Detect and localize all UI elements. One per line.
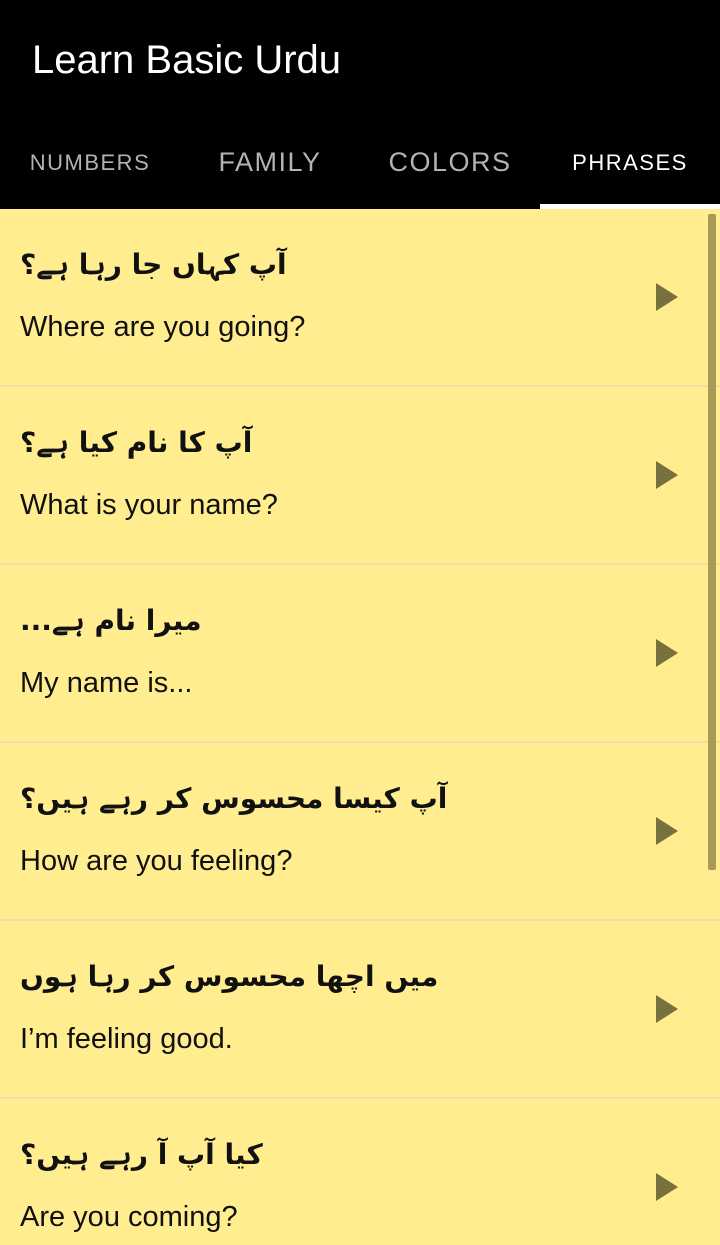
- english-translation: Where are you going?: [20, 311, 306, 343]
- list-item[interactable]: آپ کا نام کیا ہے؟ What is your name?: [0, 387, 720, 565]
- list-item[interactable]: آپ کہاں جا رہا ہے؟ Where are you going?: [0, 209, 720, 387]
- play-icon[interactable]: [656, 639, 678, 667]
- english-translation: What is your name?: [20, 489, 278, 521]
- english-translation: How are you feeling?: [20, 845, 293, 877]
- play-icon[interactable]: [656, 283, 678, 311]
- urdu-phrase: آپ کا نام کیا ہے؟: [20, 426, 253, 459]
- list-item[interactable]: میرا نام ہے... My name is...: [0, 565, 720, 743]
- tab-phrases-label: PHRASES: [572, 149, 688, 175]
- scrollbar[interactable]: [708, 214, 716, 870]
- play-icon[interactable]: [656, 817, 678, 845]
- urdu-phrase: میں اچھا محسوس کر رہا ہوں: [20, 960, 439, 993]
- tab-numbers[interactable]: NUMBERS: [0, 116, 180, 209]
- list-item[interactable]: کیا آپ آ رہے ہیں؟ Are you coming?: [0, 1099, 720, 1245]
- urdu-phrase: آپ کیسا محسوس کر رہے ہیں؟: [20, 782, 448, 815]
- tab-phrases[interactable]: PHRASES: [540, 116, 720, 209]
- urdu-phrase: کیا آپ آ رہے ہیں؟: [20, 1138, 263, 1171]
- english-translation: My name is...: [20, 667, 193, 699]
- urdu-phrase: آپ کہاں جا رہا ہے؟: [20, 248, 287, 281]
- play-icon[interactable]: [656, 461, 678, 489]
- phrase-list[interactable]: آپ کہاں جا رہا ہے؟ Where are you going? …: [0, 209, 720, 1245]
- app-bar: Learn Basic Urdu NUMBERS FAMILY COLORS P…: [0, 0, 720, 209]
- urdu-phrase: میرا نام ہے...: [20, 604, 202, 637]
- tab-family[interactable]: FAMILY: [180, 116, 360, 209]
- play-icon[interactable]: [656, 1173, 678, 1201]
- list-item[interactable]: آپ کیسا محسوس کر رہے ہیں؟ How are you fe…: [0, 743, 720, 921]
- app-screen: Learn Basic Urdu NUMBERS FAMILY COLORS P…: [0, 0, 720, 1245]
- english-translation: I’m feeling good.: [20, 1023, 233, 1055]
- app-title: Learn Basic Urdu: [32, 38, 342, 82]
- play-icon[interactable]: [656, 995, 678, 1023]
- list-item[interactable]: میں اچھا محسوس کر رہا ہوں I’m feeling go…: [0, 921, 720, 1099]
- tab-colors[interactable]: COLORS: [360, 116, 540, 209]
- tab-bar: NUMBERS FAMILY COLORS PHRASES: [0, 116, 720, 209]
- english-translation: Are you coming?: [20, 1201, 238, 1233]
